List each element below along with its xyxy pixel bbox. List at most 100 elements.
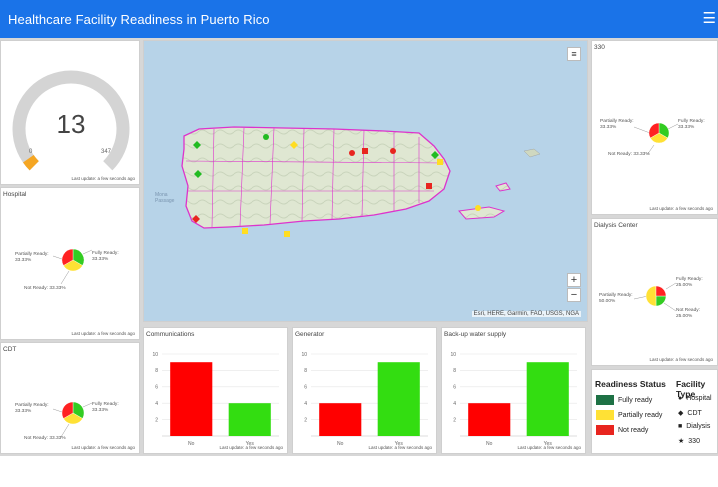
last-update-text: Last update: a few seconds ago (649, 357, 713, 362)
x-tick-label: No (337, 441, 344, 447)
gauge-fill (23, 154, 39, 171)
panel-title: CDT (3, 346, 17, 353)
dialysis-marker-notready-2[interactable] (426, 183, 432, 189)
y-tick-label: 8 (453, 368, 456, 374)
y-tick-label: 10 (450, 352, 456, 358)
bar-yes[interactable] (526, 362, 569, 436)
communications-bar-chart: 246810No Yes (152, 352, 279, 447)
y-tick-label: 4 (453, 401, 456, 407)
dialysis-marker-notready[interactable] (362, 148, 368, 154)
y-tick-label: 6 (304, 385, 307, 391)
pie-label-partially: Partially Ready: 50.00% (599, 293, 633, 304)
facility-map[interactable]: Mona Passage ≡ + − Esri, HERE, Garmin, F… (143, 40, 588, 322)
communications-chart-panel: Communications 2 4 6 8 10 No Yes Last update: … (143, 327, 288, 454)
bar-no[interactable] (170, 362, 213, 436)
hospital-marker-fully[interactable] (263, 134, 269, 140)
bar-no[interactable] (468, 403, 511, 436)
y-tick-label: 4 (155, 401, 158, 407)
pie-label-partially: Partially Ready: 33.33% (15, 252, 49, 263)
legend-item-notready: Not ready (596, 425, 648, 435)
pie-label-fully: Fully Ready: 33.33% (678, 119, 705, 130)
vieques-island (458, 206, 506, 220)
layers-icon[interactable]: ≡ (567, 47, 581, 61)
zoom-out-button[interactable]: − (567, 288, 581, 302)
total-facilities-gauge: 13 0 347 Last update: a few seconds ago (0, 40, 140, 185)
panel-title: Generator (295, 331, 325, 338)
panel-title: Communications (146, 331, 195, 338)
panel-title: Dialysis Center (594, 222, 638, 229)
y-tick-label: 6 (453, 385, 456, 391)
header-bar: Healthcare Facility Readiness in Puerto … (0, 0, 718, 38)
last-update-text: Last update: a few seconds ago (368, 445, 432, 450)
pie-label-fully: Fully Ready: 33.33% (92, 251, 119, 262)
legend-label: Not ready (618, 426, 649, 434)
circle-icon: ● (678, 395, 683, 402)
y-tick-label: 2 (155, 417, 158, 423)
legend-type-hospital: ● Hospital (678, 395, 712, 402)
map-canvas[interactable] (144, 41, 588, 322)
330-marker-notready[interactable] (390, 148, 396, 154)
bar-yes[interactable] (377, 362, 420, 436)
x-tick-label: No (188, 441, 195, 447)
desecheo-island (523, 148, 541, 158)
legend-type-330: ★ 330 (678, 437, 700, 446)
legend-swatch-fully (596, 395, 614, 405)
water-supply-bar-chart: 246810No Yes (450, 352, 577, 447)
legend-swatch-notready (596, 425, 614, 435)
pie-label-partially: Partially Ready: 33.33% (600, 119, 634, 130)
last-update-text: Last update: a few seconds ago (71, 176, 135, 181)
y-tick-label: 10 (152, 352, 158, 358)
330-pie-panel: 330 Partially Ready: 33.33% Fully Ready:… (591, 40, 718, 215)
y-tick-label: 10 (301, 352, 307, 358)
legend-label: Dialysis (686, 423, 711, 430)
bar-no[interactable] (319, 403, 362, 436)
hospital-marker-partial[interactable] (475, 205, 481, 211)
pie-label-fully: Fully Ready: 25.00% (676, 277, 703, 288)
footer-strip (0, 456, 718, 487)
zoom-in-button[interactable]: + (567, 273, 581, 287)
legend-label: Partially ready (618, 411, 663, 419)
legend-label: Fully ready (618, 396, 653, 404)
pie-slice-partially[interactable] (645, 285, 657, 307)
hospital-pie-chart (52, 248, 93, 285)
square-icon: ■ (678, 423, 683, 430)
bar-yes[interactable] (228, 403, 271, 436)
last-update-text: Last update: a few seconds ago (649, 206, 713, 211)
panel-title: 330 (594, 44, 605, 51)
legend-panel: Readiness Status Facility Type Fully rea… (591, 369, 718, 454)
water-supply-chart-panel: Back-up water supply 2 4 6 8 10 No Yes Last up… (441, 327, 586, 454)
pie-label-notready: Not Ready: 25.00% (676, 308, 700, 319)
gauge-max-label: 347 (101, 149, 112, 155)
last-update-text: Last update: a few seconds ago (71, 331, 135, 336)
pie-slice-fully[interactable] (655, 295, 667, 307)
legend-swatch-partially (596, 410, 614, 420)
pie-label-notready: Not Ready: 33.33% (24, 286, 66, 291)
last-update-text: Last update: a few seconds ago (71, 445, 135, 450)
hamburger-icon[interactable]: ☰ (703, 11, 716, 26)
last-update-text: Last update: a few seconds ago (219, 445, 283, 450)
dialysis-pie-panel: Dialysis Center Partially Ready: 50.00% … (591, 218, 718, 366)
pie-slice-notready[interactable] (655, 285, 667, 297)
hospital-marker-notready[interactable] (349, 150, 355, 156)
y-tick-label: 2 (304, 417, 307, 423)
generator-chart-panel: Generator 2 4 6 8 10 No Yes Last update: a few… (292, 327, 437, 454)
dialysis-marker-partial[interactable] (437, 159, 443, 165)
cdt-pie-chart (52, 401, 93, 438)
legend-type-cdt: ◆ CDT (678, 409, 702, 418)
y-tick-label: 6 (155, 385, 158, 391)
dialysis-marker-partial-2[interactable] (242, 228, 248, 234)
gauge-value: 13 (56, 109, 86, 139)
legend-label: Hospital (686, 395, 712, 402)
map-attribution: Esri, HERE, Garmin, FAO, USGS, NGA (471, 311, 581, 317)
330-marker-partial[interactable] (284, 231, 290, 237)
x-tick-label: No (486, 441, 493, 447)
pie-label-notready: Not Ready: 33.33% (608, 152, 650, 157)
legend-type-dialysis: ■ Dialysis (678, 423, 710, 430)
pie-label-fully: Fully Ready: 33.33% (92, 402, 119, 413)
panel-title: Hospital (3, 191, 27, 198)
legend-label: 330 (688, 437, 700, 445)
hospital-pie-panel: Hospital Partially Ready: 33.33% Fully R… (0, 187, 140, 340)
y-tick-label: 4 (304, 401, 307, 407)
culebra-island (495, 182, 511, 192)
y-tick-label: 8 (155, 368, 158, 374)
